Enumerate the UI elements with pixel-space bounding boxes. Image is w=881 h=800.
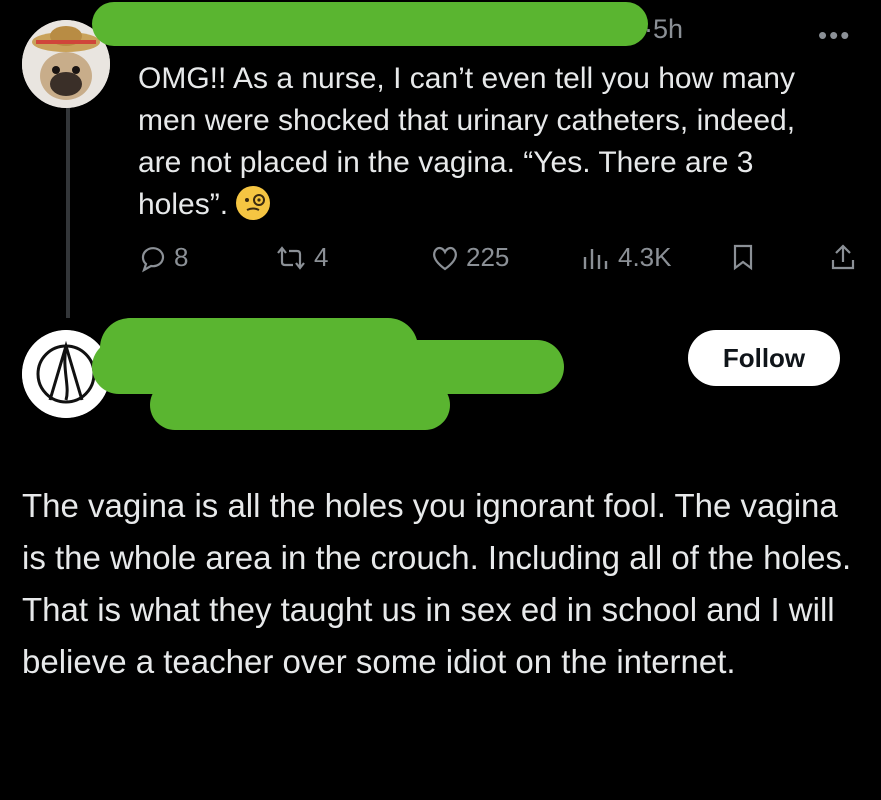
reply-text: The vagina is all the holes you ignorant…: [22, 487, 852, 680]
like-count: 225: [466, 242, 510, 272]
reply-button[interactable]: 8: [138, 242, 188, 273]
tweet-text: OMG!! As a nurse, I can’t even tell you …: [138, 62, 796, 221]
share-icon: [831, 244, 855, 270]
like-button[interactable]: 225: [430, 242, 509, 273]
reply-count: 8: [174, 242, 189, 272]
redacted-username: [92, 2, 648, 46]
repost-count: 4: [314, 242, 329, 272]
follow-button[interactable]: Follow: [688, 330, 840, 386]
views-count: 4.3K: [618, 242, 672, 272]
reply-icon: [141, 246, 165, 272]
share-button[interactable]: [828, 242, 864, 272]
repost-button[interactable]: 4: [274, 242, 328, 273]
timestamp[interactable]: ·5h: [644, 14, 683, 45]
redacted-handle: [150, 380, 450, 430]
tweet-actions-bar: 8 4 225 4.3K: [138, 242, 858, 282]
more-options-icon[interactable]: •••: [818, 20, 851, 51]
heart-icon: [433, 246, 457, 270]
views-button[interactable]: 4.3K: [580, 242, 672, 273]
thread-line: [66, 108, 70, 318]
views-chart-icon: [583, 248, 608, 269]
monocle-face-emoji-icon: [236, 186, 271, 220]
bookmark-button[interactable]: [730, 242, 762, 272]
bookmark-icon: [733, 244, 753, 271]
repost-icon: [277, 245, 305, 270]
